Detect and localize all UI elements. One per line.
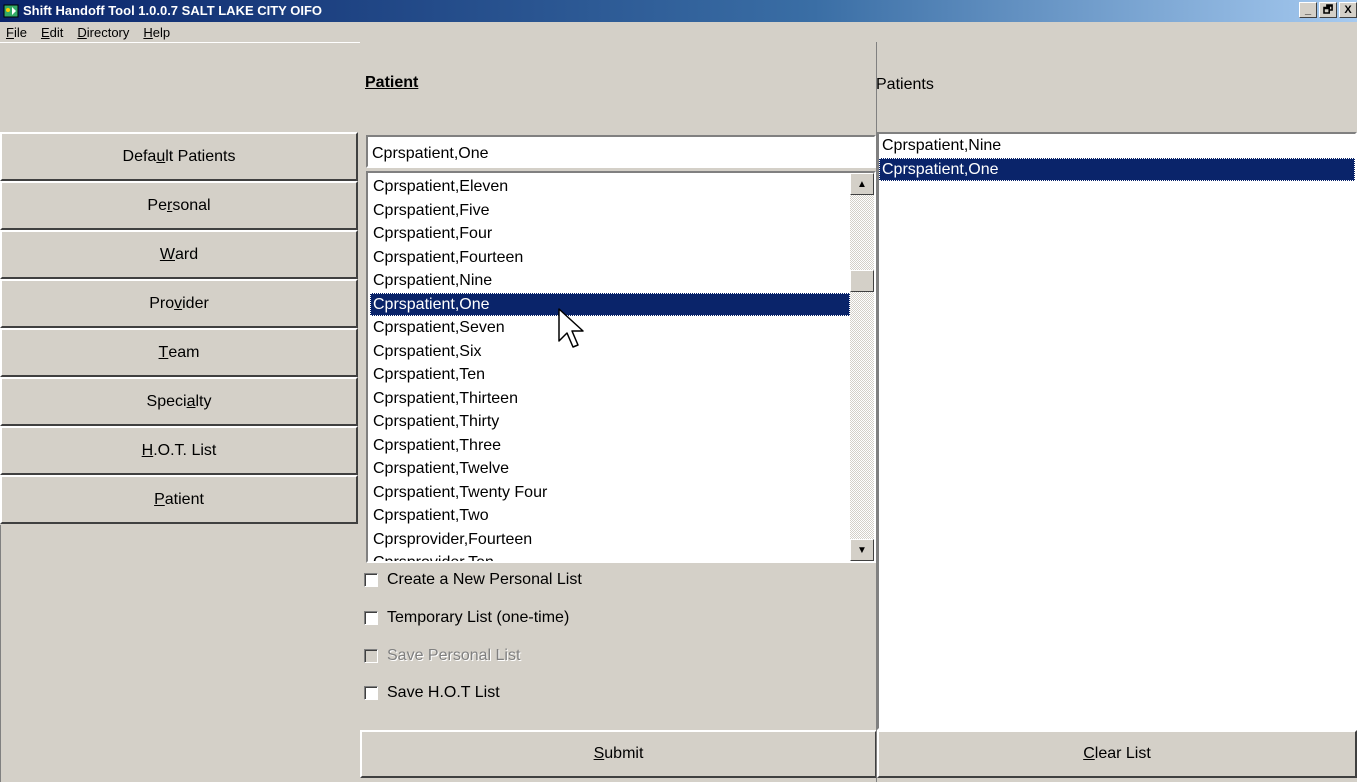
hot-list-button[interactable]: H .O.T. List: [0, 426, 358, 475]
app-icon: [3, 4, 19, 18]
save-hot-list-checkbox[interactable]: [364, 686, 378, 700]
save-hot-list-label: Save H.O.T List: [387, 684, 500, 701]
list-item[interactable]: Cprspatient,Thirty: [370, 410, 850, 434]
list-item[interactable]: Cprspatient,Fourteen: [370, 246, 850, 270]
list-item[interactable]: Cprsprovider,Ten: [370, 551, 850, 561]
save-hot-list-option[interactable]: Save H.O.T List: [364, 684, 500, 702]
temporary-list-label: Temporary List (one-time): [387, 609, 570, 626]
menu-edit[interactable]: Edit: [35, 25, 71, 40]
temporary-list-option[interactable]: Temporary List (one-time): [364, 609, 569, 627]
scroll-up-button[interactable]: ▲: [850, 173, 874, 195]
list-item[interactable]: Cprspatient,Thirteen: [370, 387, 850, 411]
create-personal-list-label: Create a New Personal List: [387, 571, 582, 588]
selected-patients-list[interactable]: Cprspatient,Nine Cprspatient,One: [877, 132, 1357, 730]
title-bar: Shift Handoff Tool 1.0.0.7 SALT LAKE CIT…: [0, 0, 1357, 22]
list-item[interactable]: Cprspatient,Twenty Four: [370, 481, 850, 505]
close-button[interactable]: X: [1339, 2, 1357, 18]
patients-panel-title: Patients: [876, 76, 934, 93]
patient-list-scrollbar[interactable]: ▲ ▼: [850, 173, 874, 561]
list-item[interactable]: Cprspatient,Nine: [370, 269, 850, 293]
submit-button[interactable]: Submit: [360, 730, 877, 778]
list-item[interactable]: Cprspatient,Nine: [879, 134, 1355, 158]
list-item[interactable]: Cprspatient,Two: [370, 504, 850, 528]
save-personal-list-checkbox: [364, 649, 378, 663]
specialty-button[interactable]: Speci a lty: [0, 377, 358, 426]
save-personal-list-label: Save Personal List: [387, 647, 521, 664]
list-item[interactable]: Cprsprovider,Fourteen: [370, 528, 850, 552]
ward-button[interactable]: Ward: [0, 230, 358, 279]
temporary-list-checkbox[interactable]: [364, 611, 378, 625]
patient-button[interactable]: Patient: [0, 475, 358, 524]
create-personal-list-option[interactable]: Create a New Personal List: [364, 571, 582, 589]
minimize-button[interactable]: _: [1299, 2, 1317, 18]
create-personal-list-checkbox[interactable]: [364, 573, 378, 587]
list-item[interactable]: Cprspatient,Twelve: [370, 457, 850, 481]
team-button[interactable]: Team: [0, 328, 358, 377]
patient-search-input[interactable]: [366, 135, 876, 168]
patient-listbox[interactable]: Cprspatient,Eleven Cprspatient,Five Cprspa…: [366, 171, 876, 563]
list-item[interactable]: Cprspatient,Four: [370, 222, 850, 246]
restore-button[interactable]: 🗗: [1319, 2, 1337, 18]
selected-patients-items: Cprspatient,Nine Cprspatient,One: [879, 134, 1355, 181]
window-title: Shift Handoff Tool 1.0.0.7 SALT LAKE CIT…: [23, 3, 323, 18]
list-item[interactable]: Cprspatient,Ten: [370, 363, 850, 387]
list-item[interactable]: Cprspatient,Six: [370, 340, 850, 364]
clear-list-button[interactable]: Clear List: [877, 730, 1357, 778]
list-item[interactable]: Cprspatient,One: [370, 292, 850, 316]
left-empty-area: [0, 525, 360, 782]
save-personal-list-option: Save Personal List: [364, 647, 520, 665]
list-type-nav: Defa u lt Patients Pe r sonal Ward Pro v ider …: [0, 132, 358, 524]
list-item[interactable]: Cprspatient,Three: [370, 434, 850, 458]
menu-help[interactable]: Help: [137, 25, 178, 40]
scroll-down-button[interactable]: ▼: [850, 539, 874, 561]
list-item[interactable]: Cprspatient,Seven: [370, 316, 850, 340]
menu-directory[interactable]: Directory: [71, 25, 137, 40]
default-patients-button[interactable]: Defa u lt Patients: [0, 132, 358, 181]
list-item[interactable]: Cprspatient,One: [879, 157, 1355, 181]
list-item[interactable]: Cprspatient,Eleven: [370, 175, 850, 199]
list-item[interactable]: Cprspatient,Five: [370, 199, 850, 223]
provider-button[interactable]: Pro v ider: [0, 279, 358, 328]
menu-file[interactable]: File: [0, 25, 35, 40]
left-header-area: [0, 42, 360, 132]
scroll-thumb[interactable]: [850, 270, 874, 292]
personal-button[interactable]: Pe r sonal: [0, 181, 358, 230]
menu-bar: File Edit Directory Help: [0, 22, 1357, 42]
patient-section-title: Patient: [365, 74, 419, 91]
patient-list-items: Cprspatient,Eleven Cprspatient,Five Cprspa…: [370, 175, 850, 561]
